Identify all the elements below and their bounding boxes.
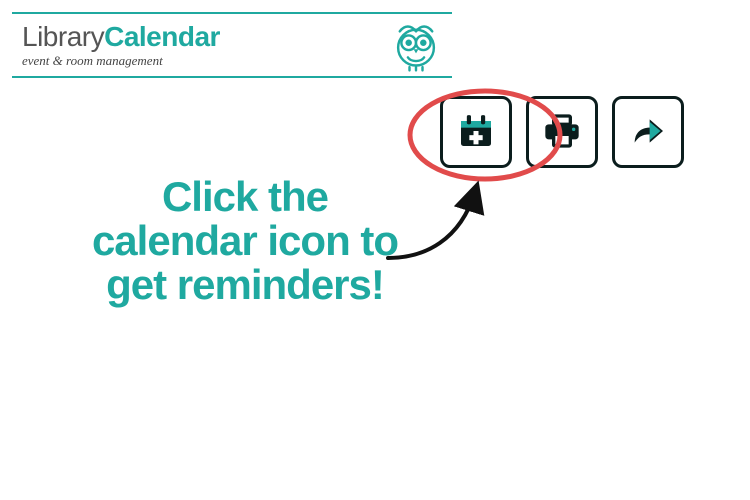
add-to-calendar-button[interactable] [440, 96, 512, 168]
logo-title: LibraryCalendar [22, 23, 220, 51]
action-button-row [440, 96, 684, 168]
logo-banner: LibraryCalendar event & room management [12, 12, 452, 78]
logo-text: LibraryCalendar event & room management [22, 23, 220, 69]
logo-tagline: event & room management [22, 53, 220, 69]
logo-word-library: Library [22, 21, 104, 52]
calendar-add-icon [456, 111, 496, 154]
share-icon [628, 111, 668, 154]
print-button[interactable] [526, 96, 598, 168]
instruction-callout: Click the calendar icon to get reminders… [85, 175, 405, 307]
share-button[interactable] [612, 96, 684, 168]
print-icon [542, 111, 582, 154]
logo-word-calendar: Calendar [104, 21, 220, 52]
owl-icon [390, 20, 442, 72]
